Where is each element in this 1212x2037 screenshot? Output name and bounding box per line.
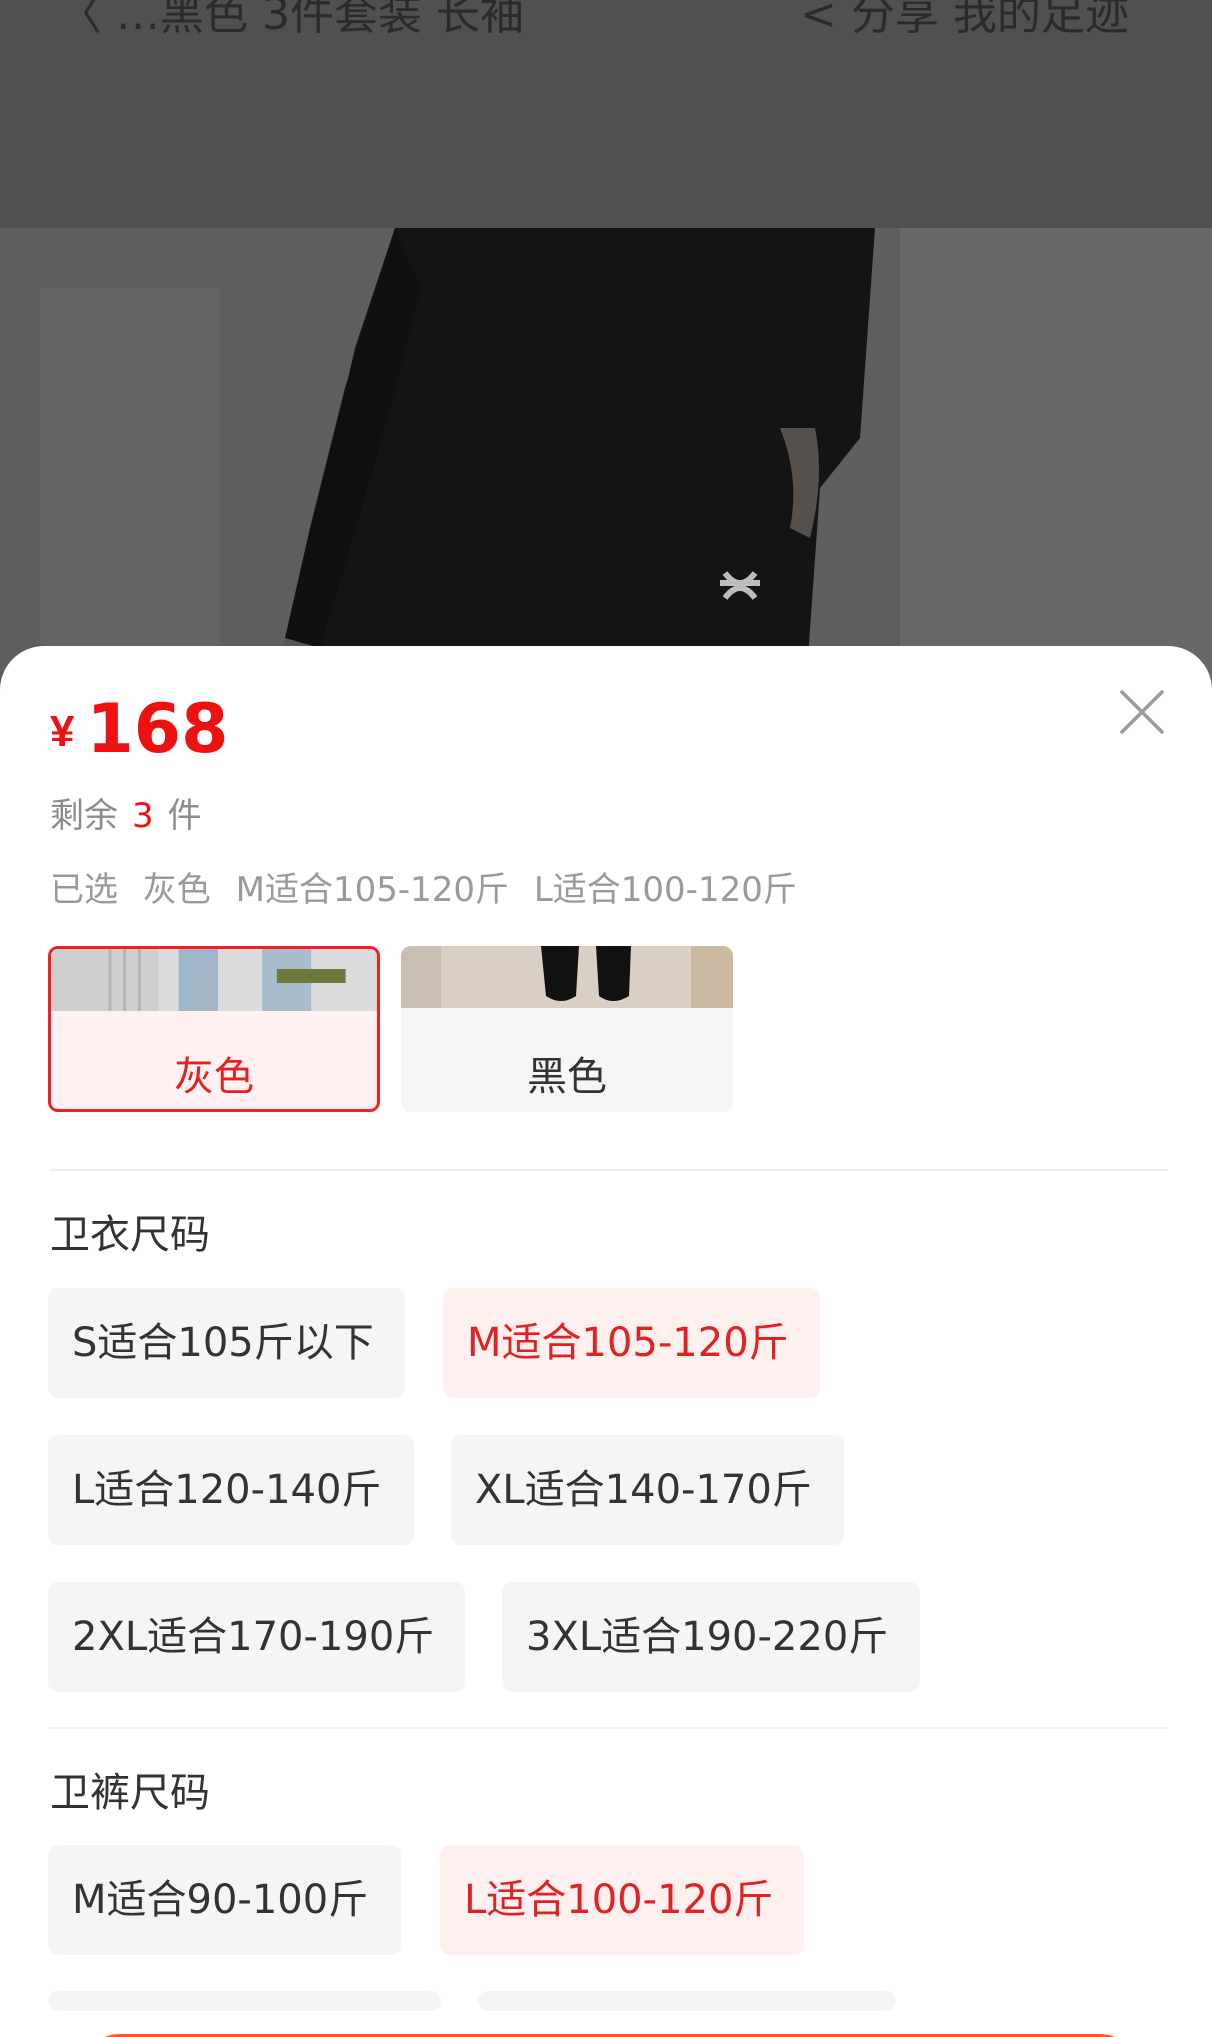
background-actions-text: < 分享 我的足迹 xyxy=(800,0,1129,40)
close-button[interactable] xyxy=(1118,688,1166,736)
stock-count: 3 xyxy=(132,796,154,836)
divider xyxy=(50,1169,1168,1171)
close-icon xyxy=(1120,690,1164,734)
selected-prefix: 已选 xyxy=(50,870,118,910)
color-label: 黑色 xyxy=(527,1054,607,1100)
color-thumbnail-black xyxy=(401,946,733,1008)
pants-size-option[interactable]: M适合90-100斤 xyxy=(48,1845,401,1955)
color-label: 灰色 xyxy=(174,1054,254,1100)
hoodie-size-option[interactable]: L适合120-140斤 xyxy=(48,1435,414,1545)
hoodie-size-title: 卫衣尺码 xyxy=(50,1212,210,1258)
currency-symbol: ¥ xyxy=(50,707,75,756)
selected-summary: 已选 灰色 M适合105-120斤 L适合100-120斤 xyxy=(50,862,797,911)
color-option-gray[interactable]: 灰色 xyxy=(48,946,380,1112)
stock-info: 剩余 3 件 xyxy=(50,788,202,837)
stock-prefix: 剩余 xyxy=(50,796,118,836)
price: ¥168 xyxy=(50,690,228,769)
selected-pants-size: L适合100-120斤 xyxy=(533,870,797,910)
background-product-page: 〈 …黑色 3件套装 长袖 < 分享 我的足迹 xyxy=(0,0,1212,700)
divider xyxy=(50,1727,1168,1729)
background-title-text: 〈 …黑色 3件套装 长袖 xyxy=(58,0,524,40)
hoodie-size-option-selected[interactable]: M适合105-120斤 xyxy=(443,1288,820,1398)
selected-color: 灰色 xyxy=(142,870,211,910)
hoodie-size-option[interactable]: S适合105斤以下 xyxy=(48,1288,405,1398)
pants-size-option-selected[interactable]: L适合100-120斤 xyxy=(440,1845,804,1955)
price-amount: 168 xyxy=(86,690,229,769)
pants-size-option-partial[interactable] xyxy=(48,1991,441,2011)
color-thumbnail-gray xyxy=(51,949,377,1011)
background-header: 〈 …黑色 3件套装 长袖 < 分享 我的足迹 xyxy=(0,0,1212,228)
color-option-black[interactable]: 黑色 xyxy=(401,946,733,1112)
product-photo xyxy=(0,228,1212,700)
selected-hoodie-size: M适合105-120斤 xyxy=(235,870,510,910)
pants-size-title: 卫裤尺码 xyxy=(50,1770,210,1816)
hoodie-size-option[interactable]: XL适合140-170斤 xyxy=(451,1435,844,1545)
hoodie-size-option[interactable]: 3XL适合190-220斤 xyxy=(502,1582,920,1692)
hoodie-size-option[interactable]: 2XL适合170-190斤 xyxy=(48,1582,465,1692)
stock-suffix: 件 xyxy=(167,796,202,836)
sku-selection-sheet: ¥168 剩余 3 件 已选 灰色 M适合105-120斤 L适合100-120斤 … xyxy=(0,646,1212,2037)
pants-size-option-partial[interactable] xyxy=(478,1991,896,2011)
